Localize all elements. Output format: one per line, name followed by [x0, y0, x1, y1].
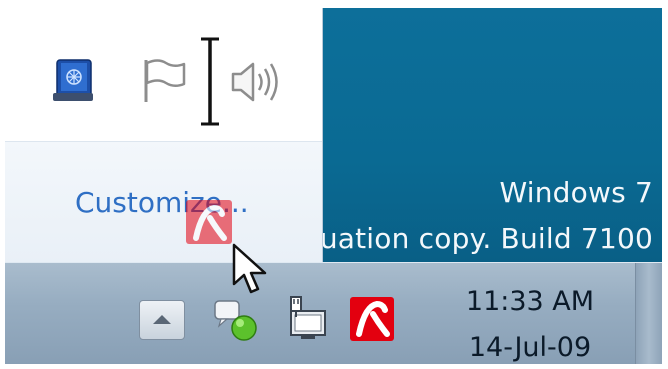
taskbar: 11:33 AM 14-Jul-09: [5, 262, 662, 364]
windows-watermark-build: uation copy. Build 7100: [319, 222, 653, 255]
volume-icon[interactable]: [227, 56, 283, 108]
clock-time: 11:33 AM: [465, 286, 595, 317]
messenger-status-icon[interactable]: [213, 297, 261, 345]
flyout-footer: Customize...: [5, 141, 322, 262]
network-drive-icon[interactable]: [49, 55, 97, 105]
hidden-icons-panel: [5, 8, 322, 141]
show-desktop-button[interactable]: [635, 263, 662, 364]
show-hidden-icons-button[interactable]: [139, 300, 185, 340]
screenshot-frame: Windows 7 uation copy. Build 7100 Custom…: [5, 8, 662, 364]
network-icon[interactable]: [287, 295, 331, 343]
text-cursor-icon: [199, 36, 221, 128]
clock-date: 14-Jul-09: [468, 332, 592, 363]
mouse-pointer-icon: [231, 242, 273, 296]
windows-watermark-title: Windows 7: [499, 176, 653, 209]
chevron-up-icon: [153, 315, 171, 324]
notification-overflow-flyout: Customize...: [5, 8, 323, 262]
dragged-avira-icon[interactable]: [186, 200, 232, 244]
action-center-flag-icon[interactable]: [138, 56, 192, 108]
system-clock[interactable]: 11:33 AM 14-Jul-09: [435, 285, 625, 364]
avira-antivirus-icon[interactable]: [350, 297, 394, 341]
